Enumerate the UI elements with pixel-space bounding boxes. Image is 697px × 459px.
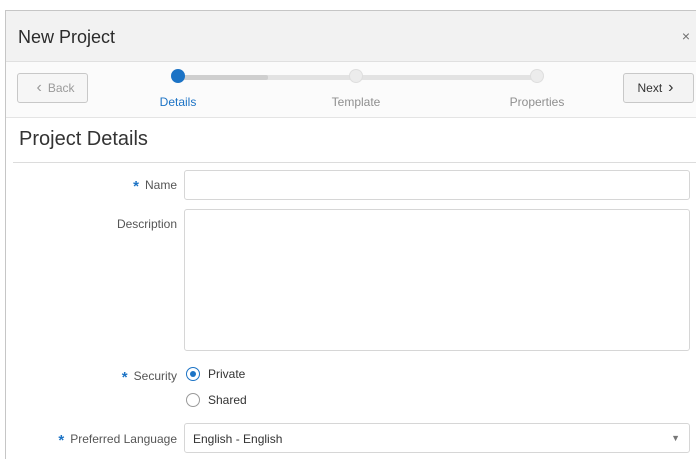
back-button[interactable]: ‹ Back (17, 73, 88, 103)
step-stop-details[interactable] (171, 69, 185, 83)
description-textarea[interactable] (185, 210, 689, 350)
train-track-progress (178, 75, 268, 80)
chevron-left-icon: ‹ (36, 79, 42, 96)
preferred-language-label-row: * Preferred Language (58, 430, 177, 449)
step-stop-template[interactable] (349, 69, 363, 83)
step-label-properties[interactable]: Properties (510, 95, 565, 109)
step-label-template[interactable]: Template (332, 95, 381, 109)
name-label-row: * Name (133, 176, 177, 195)
radio-unselected-icon[interactable] (186, 393, 200, 407)
security-option-private[interactable]: Private (186, 367, 245, 381)
section-title: Project Details (19, 128, 148, 150)
name-label: Name (144, 178, 177, 192)
radio-selected-icon[interactable] (186, 367, 200, 381)
dropdown-caret-icon: ▼ (671, 433, 680, 443)
preferred-language-select[interactable]: English - English ▼ (184, 423, 690, 453)
step-stop-properties[interactable] (530, 69, 544, 83)
security-option-private-label: Private (208, 367, 246, 381)
required-icon: * (121, 369, 128, 386)
name-field-box (184, 170, 690, 200)
preferred-language-label: Preferred Language (70, 432, 177, 446)
next-button-label: Next (637, 81, 663, 95)
back-button-label: Back (47, 81, 75, 95)
dialog-header: New Project × (6, 11, 696, 62)
close-icon[interactable]: × (682, 29, 690, 43)
step-train: ‹ Back Details Template Properties Next … (6, 62, 696, 118)
name-input[interactable] (185, 171, 689, 199)
preferred-language-value: English - English (193, 432, 283, 446)
required-icon: * (133, 178, 139, 195)
next-button[interactable]: Next › (623, 73, 694, 103)
new-project-dialog: New Project × ‹ Back Details Template Pr… (5, 10, 696, 459)
security-label-row: * Security (121, 367, 177, 386)
dialog-title: New Project (18, 27, 116, 47)
description-field-box (184, 209, 690, 351)
step-label-details[interactable]: Details (160, 95, 197, 109)
description-label: Description (116, 217, 177, 231)
security-label: Security (133, 369, 177, 383)
security-option-shared-label: Shared (208, 393, 247, 407)
chevron-right-icon: › (668, 79, 674, 96)
required-icon: * (58, 432, 65, 449)
security-option-shared[interactable]: Shared (186, 393, 247, 407)
section-divider (13, 162, 696, 163)
